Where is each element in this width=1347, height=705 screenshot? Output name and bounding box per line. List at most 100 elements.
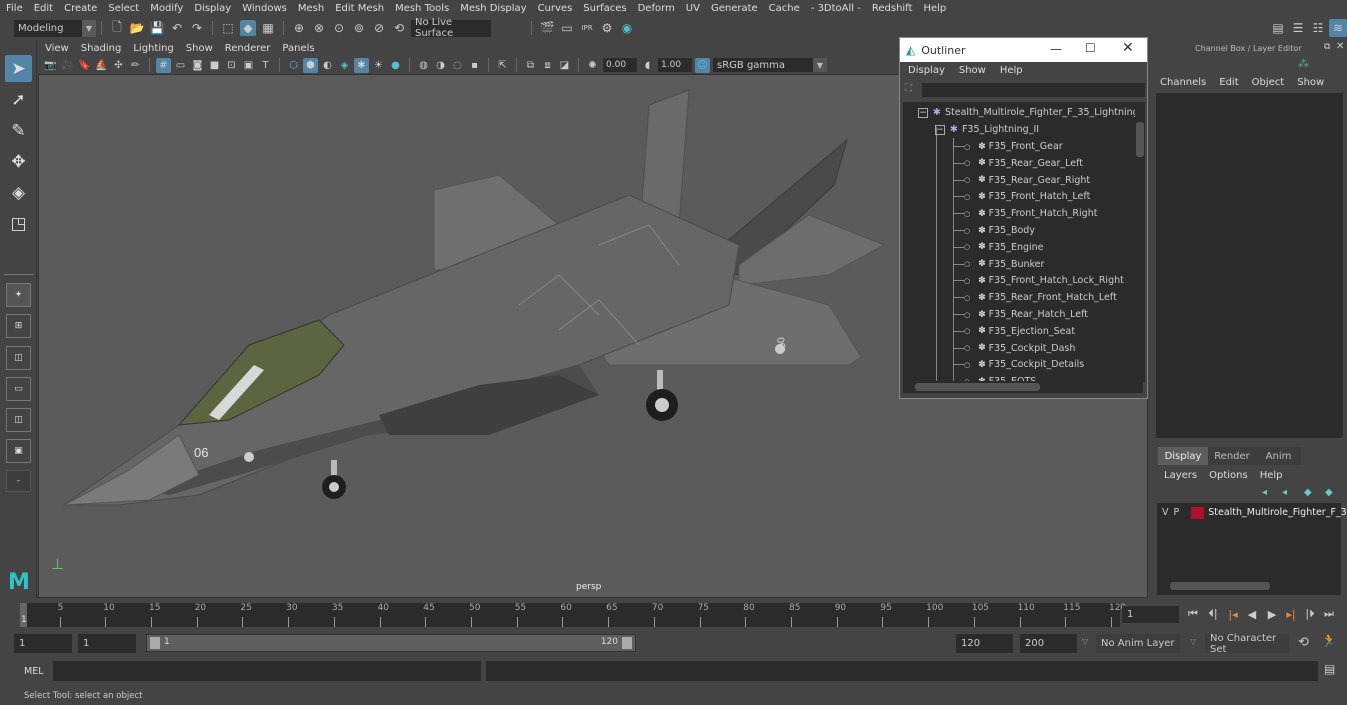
render-settings-icon[interactable]: ⚙ bbox=[599, 20, 615, 36]
chevron-down-icon[interactable]: ▽ bbox=[1082, 637, 1088, 646]
current-frame-field[interactable]: 1 bbox=[1122, 606, 1179, 623]
new-scene-icon[interactable]: 🗋 bbox=[109, 20, 125, 36]
collapse-icon[interactable]: − bbox=[935, 124, 945, 135]
outliner-item[interactable]: ○ ✽ F35_Bunker bbox=[954, 256, 1044, 273]
ipr-render-icon[interactable]: IPR bbox=[579, 20, 595, 36]
bookmark-icon[interactable]: 🔖 bbox=[77, 58, 92, 73]
time-slider[interactable]: 1 5 10 15 20 25 30 35 40 45 50 55 60 65 70 75 80 85 90 95 1… bbox=[0, 599, 1126, 630]
step-back-key-icon[interactable]: ⏴| bbox=[1205, 606, 1221, 622]
layer-menu-layers[interactable]: Layers bbox=[1164, 470, 1197, 481]
redo-icon[interactable]: ↷ bbox=[189, 20, 205, 36]
channel-menu-channels[interactable]: Channels bbox=[1160, 77, 1206, 88]
outliner-search-input[interactable] bbox=[922, 83, 1145, 97]
mel-command-input[interactable] bbox=[53, 661, 481, 681]
outliner-menu-show[interactable]: Show bbox=[959, 65, 986, 76]
camera-attributes-icon[interactable]: 🎥 bbox=[60, 58, 75, 73]
smooth-shade-icon[interactable]: ⬢ bbox=[303, 57, 318, 73]
outliner-item[interactable]: ○ ✽ F35_Rear_Hatch_Left bbox=[954, 306, 1088, 323]
persp-outliner-layout-icon[interactable]: ▭ bbox=[6, 377, 31, 401]
camera-select-icon[interactable]: 📷 bbox=[43, 58, 58, 73]
play-forwards-icon[interactable]: ▶ bbox=[1264, 606, 1280, 622]
snap-projected-icon[interactable]: ⊚ bbox=[351, 20, 367, 36]
range-start-handle[interactable] bbox=[150, 637, 160, 649]
layer-horizontal-scrollbar[interactable] bbox=[1162, 581, 1337, 591]
outliner-item[interactable]: ○ ✽ F35_Front_Hatch_Left bbox=[954, 188, 1090, 205]
maximize-icon[interactable]: ☐ bbox=[1085, 41, 1096, 55]
animation-end-field[interactable]: 200 bbox=[1020, 634, 1077, 653]
outliner-item[interactable]: ○ ✽ F35_Engine bbox=[954, 239, 1044, 256]
field-chart-icon[interactable]: ⊡ bbox=[224, 58, 239, 73]
outliner-menu-help[interactable]: Help bbox=[1000, 65, 1023, 76]
lasso-tool-icon[interactable]: ➚ bbox=[5, 86, 32, 113]
menu-uv[interactable]: UV bbox=[686, 3, 700, 14]
tab-display[interactable]: Display bbox=[1158, 447, 1208, 465]
viewport-menu-panels[interactable]: Panels bbox=[282, 43, 314, 54]
minimize-icon[interactable]: — bbox=[1050, 42, 1062, 56]
save-scene-icon[interactable]: 💾 bbox=[149, 20, 165, 36]
undo-icon[interactable]: ↶ bbox=[169, 20, 185, 36]
safe-action-icon[interactable]: ▣ bbox=[241, 58, 256, 73]
live-surface-field[interactable]: No Live Surface bbox=[411, 17, 491, 39]
grid-icon[interactable]: # bbox=[156, 57, 171, 73]
outliner-item[interactable]: ○ ✽ F35_Front_Gear bbox=[954, 138, 1063, 155]
collapse-icon[interactable]: − bbox=[918, 107, 928, 118]
outliner-item[interactable]: ○ ✽ F35_Rear_Front_Hatch_Left bbox=[954, 289, 1117, 306]
tool-settings-icon[interactable]: ☷ bbox=[1310, 20, 1326, 36]
select-hierarchy-icon[interactable]: ⬚ bbox=[220, 20, 236, 36]
move-tool-icon[interactable]: ✥ bbox=[5, 148, 32, 175]
image-plane-icon[interactable]: ⛵ bbox=[94, 58, 109, 73]
menu-modify[interactable]: Modify bbox=[150, 3, 183, 14]
wireframe-on-shaded-icon[interactable]: ◐ bbox=[320, 58, 335, 73]
outliner-horizontal-scrollbar[interactable] bbox=[903, 381, 1143, 393]
use-all-lights-icon[interactable]: ✱ bbox=[354, 57, 369, 73]
color-management-icon[interactable]: ☺ bbox=[695, 57, 710, 73]
custom-layout-button[interactable]: - bbox=[6, 470, 31, 492]
select-object-icon[interactable]: ◆ bbox=[240, 20, 256, 36]
menu-surfaces[interactable]: Surfaces bbox=[583, 3, 626, 14]
menu-redshift[interactable]: Redshift bbox=[872, 3, 913, 14]
playback-start-field[interactable]: 1 bbox=[78, 634, 136, 653]
persp-graph-layout-icon[interactable]: ◫ bbox=[6, 408, 31, 432]
film-gate-icon[interactable]: ▭ bbox=[173, 58, 188, 73]
scroll-thumb[interactable] bbox=[1170, 582, 1270, 590]
make-live-icon[interactable]: ⟲ bbox=[391, 20, 407, 36]
animation-preferences-icon[interactable]: 🏃 bbox=[1321, 634, 1337, 649]
menu-mesh-display[interactable]: Mesh Display bbox=[460, 3, 526, 14]
attribute-editor-icon[interactable]: ☰ bbox=[1290, 20, 1306, 36]
visibility-toggle[interactable]: V bbox=[1162, 507, 1169, 518]
snap-view-plane-icon[interactable]: ⊘ bbox=[371, 20, 387, 36]
outliner-item[interactable]: ○ ✽ F35_Front_Hatch_Lock_Right bbox=[954, 272, 1124, 289]
snap-grid-icon[interactable]: ⊕ bbox=[291, 20, 307, 36]
range-end-handle[interactable] bbox=[622, 637, 632, 649]
menu-generate[interactable]: Generate bbox=[711, 3, 758, 14]
gate-mask-icon[interactable]: ■ bbox=[207, 58, 222, 73]
resolution-gate-icon[interactable]: ◙ bbox=[190, 58, 205, 73]
render-frame-icon[interactable]: ▭ bbox=[559, 20, 575, 36]
menu-mesh[interactable]: Mesh bbox=[298, 3, 324, 14]
outliner-item[interactable]: ○ ✽ F35_Front_Hatch_Right bbox=[954, 205, 1097, 222]
chevron-down-icon[interactable]: ▽ bbox=[1190, 637, 1196, 646]
isolate-select-icon[interactable]: ▪ bbox=[467, 58, 482, 73]
scroll-thumb[interactable] bbox=[1136, 122, 1144, 157]
tab-anim[interactable]: Anim bbox=[1256, 447, 1301, 465]
viewport-menu-lighting[interactable]: Lighting bbox=[133, 43, 173, 54]
float-icon[interactable]: ⧉ bbox=[1324, 42, 1330, 52]
outliner-item[interactable]: ○ ✽ F35_Cockpit_Dash bbox=[954, 340, 1075, 357]
scale-tool-icon[interactable]: ◳ bbox=[5, 210, 32, 237]
menu-mesh-tools[interactable]: Mesh Tools bbox=[395, 3, 449, 14]
menu-file[interactable]: File bbox=[6, 3, 23, 14]
outliner-item[interactable]: ○ ✽ F35_Ejection_Seat bbox=[954, 323, 1075, 340]
channel-box-toggle-icon[interactable]: ≋ bbox=[1329, 19, 1347, 37]
four-view-layout-icon[interactable]: ⊞ bbox=[6, 314, 31, 338]
play-backwards-icon[interactable]: ◀ bbox=[1244, 606, 1260, 622]
auto-key-icon[interactable]: ⟲ bbox=[1298, 635, 1309, 650]
xray-icon[interactable]: ◍ bbox=[416, 58, 431, 73]
menu-edit[interactable]: Edit bbox=[34, 3, 53, 14]
outliner-item[interactable]: ○ ✽ F35_Rear_Gear_Left bbox=[954, 155, 1083, 172]
hypershade-layout-icon[interactable]: ▣ bbox=[6, 439, 31, 463]
playback-toggle[interactable]: P bbox=[1174, 507, 1180, 518]
image-icon[interactable]: ◪ bbox=[557, 58, 572, 73]
two-sided-lighting-icon[interactable]: ⧉ bbox=[523, 58, 538, 73]
outliner-vertical-scrollbar[interactable] bbox=[1135, 102, 1145, 382]
outliner-menu-display[interactable]: Display bbox=[908, 65, 945, 76]
